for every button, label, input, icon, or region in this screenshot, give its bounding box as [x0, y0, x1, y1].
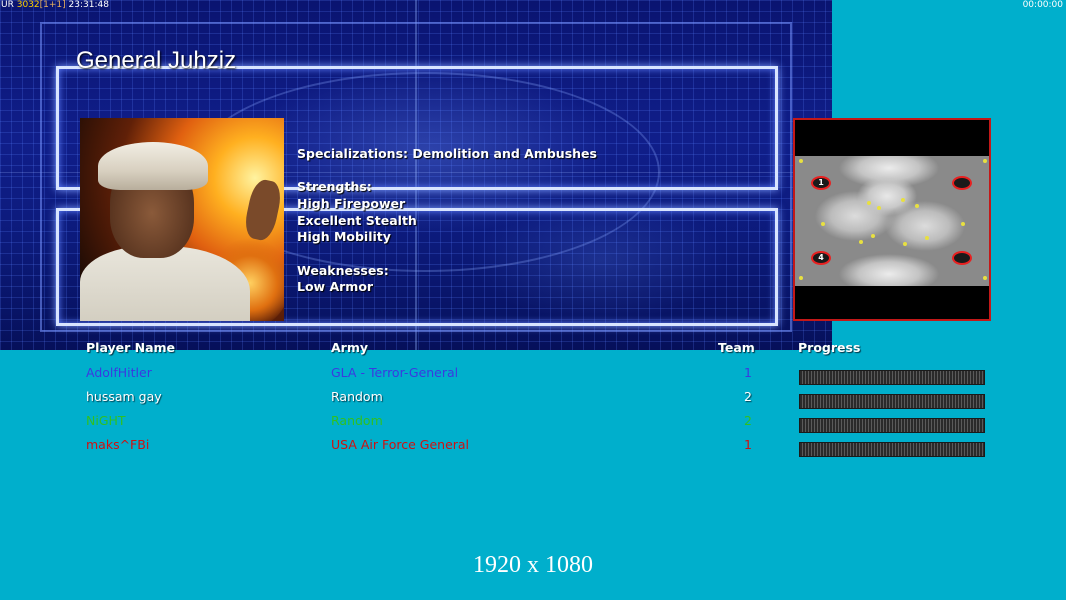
supply-marker: [799, 276, 803, 280]
player-army: GLA - Terror-General: [331, 365, 459, 380]
supply-marker: [915, 204, 919, 208]
supply-marker: [859, 240, 863, 244]
player-row: AdolfHitler GLA - Terror-General 1: [0, 365, 1066, 389]
general-portrait: [80, 118, 284, 321]
player-row: maks^FBi USA Air Force General 1: [0, 437, 1066, 461]
weaknesses-label: Weaknesses:: [297, 262, 389, 278]
strength-item: High Mobility: [297, 229, 391, 245]
player-name: maks^FBi: [86, 437, 150, 452]
player-army: Random: [331, 413, 383, 428]
start-position-1[interactable]: 1: [811, 176, 831, 190]
portrait-hand: [242, 177, 284, 243]
portrait-turban: [98, 142, 208, 190]
fps-value: 30: [16, 0, 29, 10]
supply-marker: [925, 236, 929, 240]
player-team: 2: [744, 389, 752, 404]
status-tag: [1+1]: [39, 0, 66, 10]
player-army: USA Air Force General: [331, 437, 470, 452]
strengths-label: Strengths:: [297, 179, 372, 195]
weakness-item: Low Armor: [297, 279, 374, 295]
start-position-3[interactable]: [952, 251, 972, 265]
supply-marker: [871, 234, 875, 238]
player-team: 1: [744, 365, 752, 380]
column-header-progress: Progress: [798, 340, 861, 355]
general-briefing-panel: General Juhziz Specializations: Demoliti…: [0, 0, 832, 350]
player-name: hussam gay: [86, 389, 162, 404]
status-prefix: UR: [1, 0, 14, 10]
supply-marker: [983, 159, 987, 163]
supply-marker: [983, 276, 987, 280]
player-row: NiGHT Random 2: [0, 413, 1066, 437]
status-readout: UR 3032[1+1] 23:31:48: [1, 0, 109, 10]
player-name: NiGHT: [86, 413, 126, 428]
column-header-player-name: Player Name: [86, 340, 176, 355]
supply-marker: [901, 198, 905, 202]
fps-value-2: 32: [28, 0, 40, 10]
supply-marker: [877, 206, 881, 210]
player-name: AdolfHitler: [86, 365, 152, 380]
progress-bar: [799, 418, 985, 433]
progress-bar: [799, 370, 985, 385]
clock-time: 23:31:48: [68, 0, 109, 10]
supply-marker: [867, 201, 871, 205]
player-army: Random: [331, 389, 383, 404]
supply-marker: [903, 242, 907, 246]
supply-marker: [821, 222, 825, 226]
strength-item: Excellent Stealth: [297, 212, 417, 228]
player-row: hussam gay Random 2: [0, 389, 1066, 413]
start-position-2[interactable]: [952, 176, 972, 190]
start-position-4[interactable]: 4: [811, 251, 831, 265]
column-header-team: Team: [718, 340, 755, 355]
progress-bar: [799, 442, 985, 457]
player-team: 1: [744, 437, 752, 452]
game-timer: 00:00:00: [1022, 0, 1063, 10]
column-header-army: Army: [331, 340, 369, 355]
minimap-terrain: 1 4: [795, 156, 989, 286]
specializations-text: Specializations: Demolition and Ambushes: [297, 146, 597, 161]
strength-item: High Firepower: [297, 195, 406, 211]
supply-marker: [799, 159, 803, 163]
supply-marker: [961, 222, 965, 226]
progress-bar: [799, 394, 985, 409]
resolution-label: 1920 x 1080: [473, 552, 593, 578]
general-name: General Juhziz: [76, 47, 237, 74]
player-team: 2: [744, 413, 752, 428]
minimap[interactable]: 1 4: [793, 118, 991, 321]
general-info: Specializations: Demolition and Ambushes…: [297, 146, 597, 296]
